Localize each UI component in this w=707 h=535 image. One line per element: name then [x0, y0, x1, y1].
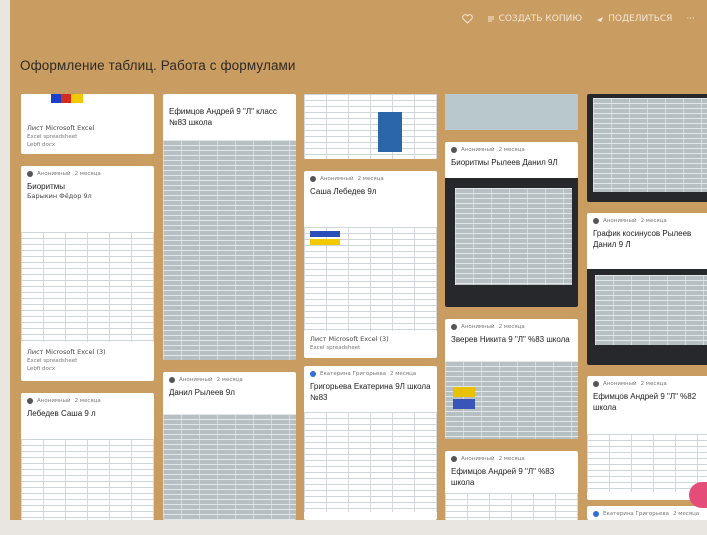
avatar: [593, 381, 599, 387]
post-image: [163, 140, 296, 360]
post-time: 2 месяца: [640, 218, 667, 224]
post-time: 2 месяца: [498, 324, 525, 330]
avatar: [451, 456, 457, 462]
post-title: Григорьева Екатерина 9Л школа №83: [310, 382, 431, 402]
post-time: 2 месяца: [389, 371, 417, 377]
avatar: [593, 511, 599, 517]
avatar: [27, 171, 33, 177]
post-file-name: Лист Microsoft Excel: [27, 124, 95, 132]
avatar: [451, 147, 457, 153]
post-image: [21, 232, 154, 342]
post-time: 2 месяца: [498, 456, 525, 462]
post-time: 2 месяца: [216, 377, 243, 383]
post-image: [21, 439, 154, 520]
post-file-type: Excel spreadsheet: [310, 345, 361, 351]
post-card[interactable]: Анонимный 2 месяца График косинусов Рылее…: [587, 213, 707, 365]
add-post-button[interactable]: [689, 482, 707, 508]
post-card[interactable]: Ефимцов Андрей 9 "Л" класс №83 школа: [163, 94, 296, 360]
post-title: Ефимцов Андрей 9 "Л" класс №83 школа: [169, 107, 277, 127]
share-label: ПОДЕЛИТЬСЯ: [608, 14, 673, 24]
post-card[interactable]: Анонимный 2 месяца Ефимцов Андрей 9 "Л" %…: [587, 376, 707, 500]
post-author: Анонимный: [603, 218, 637, 224]
post-file-meta: Lebfi docx: [27, 142, 56, 148]
post-image: [587, 434, 707, 492]
post-author: Анонимный: [37, 171, 71, 177]
post-card[interactable]: Анонимный 2 месяца Данил Рылеев 9л: [163, 372, 296, 520]
post-image: [445, 178, 578, 307]
heart-icon: [461, 14, 473, 24]
post-author: Екатерина Григорьева: [603, 511, 669, 517]
post-card[interactable]: Лист Microsoft Excel Excel spreadsheet L…: [21, 94, 154, 154]
post-author: Анонимный: [461, 456, 495, 462]
post-title: График косинусов Рылеев Данил 9 Л: [593, 229, 692, 249]
post-image: [445, 493, 578, 520]
avatar: [169, 377, 175, 383]
post-card[interactable]: [587, 94, 707, 202]
share-button[interactable]: ПОДЕЛИТЬСЯ: [596, 14, 672, 24]
avatar: [310, 371, 316, 377]
post-file-type: Excel spreadsheet: [27, 358, 78, 364]
post-title: Лебедев Саша 9 л: [27, 409, 96, 418]
post-author: Анонимный: [37, 398, 71, 404]
post-title: Биоритмы: [27, 182, 65, 191]
post-card[interactable]: Анонимный 2 месяца Биоритмы Рылеев Данил …: [445, 142, 578, 307]
post-subtitle: Барыкин Фёдор 9л: [27, 192, 92, 200]
post-author: Екатерина Григорьева: [320, 371, 386, 377]
copy-label: СОЗДАТЬ КОПИЮ: [498, 14, 583, 24]
post-file-meta: Lebfi docx: [27, 366, 56, 372]
post-author: Анонимный: [320, 176, 354, 182]
post-image: [587, 94, 707, 202]
post-image: [445, 94, 578, 130]
post-time: 2 месяца: [74, 171, 101, 177]
copy-button[interactable]: СОЗДАТЬ КОПИЮ: [487, 14, 583, 24]
post-image: [304, 227, 437, 331]
post-card[interactable]: Анонимный 2 месяца Лебедев Саша 9 л: [21, 393, 154, 520]
post-title: Ефимцов Андрей 9 "Л" %83 школа: [451, 467, 555, 487]
post-author: Анонимный: [461, 324, 495, 330]
post-title: Данил Рылеев 9л: [169, 388, 235, 397]
avatar: [310, 176, 316, 182]
post-author: Анонимный: [603, 381, 637, 387]
post-time: 2 месяца: [498, 147, 525, 153]
post-time: 2 месяца: [357, 176, 384, 182]
post-time: 2 месяца: [672, 511, 700, 517]
post-card[interactable]: Анонимный 2 месяца Зверев Никита 9 "Л" %8…: [445, 319, 578, 439]
post-card[interactable]: Анонимный 2 месяца Саша Лебедев 9л Лист M…: [304, 171, 437, 358]
post-file-name: Лист Microsoft Excel (3): [310, 335, 389, 343]
like-button[interactable]: [461, 14, 473, 24]
avatar: [451, 324, 457, 330]
post-card[interactable]: Екатерина Григорьева 2 месяца: [587, 506, 707, 520]
post-card[interactable]: Анонимный 2 месяца Биоритмы Барыкин Фёдор…: [21, 166, 154, 381]
avatar: [593, 218, 599, 224]
padlet-board: СОЗДАТЬ КОПИЮ ПОДЕЛИТЬСЯ ··· Оформление …: [10, 0, 707, 520]
post-image: [587, 269, 707, 365]
post-image: [445, 361, 578, 439]
board-toolbar: СОЗДАТЬ КОПИЮ ПОДЕЛИТЬСЯ ···: [461, 14, 695, 24]
share-icon: [597, 17, 604, 22]
post-file-type: Excel spreadsheet: [27, 134, 78, 140]
post-card[interactable]: Анонимный 2 месяца Ефимцов Андрей 9 "Л" %…: [445, 451, 578, 520]
post-title: Ефимцов Андрей 9 "Л" %82 школа: [593, 392, 697, 412]
post-image: [163, 414, 296, 520]
post-time: 2 месяца: [74, 398, 101, 404]
more-button[interactable]: ···: [686, 14, 695, 24]
post-time: 2 месяца: [640, 381, 667, 387]
post-file-name: Лист Microsoft Excel (3): [27, 348, 106, 356]
post-image: [304, 94, 437, 159]
avatar: [27, 398, 33, 404]
post-card[interactable]: [445, 94, 578, 130]
post-title: Зверев Никита 9 "Л" %83 школа: [451, 335, 570, 344]
post-card[interactable]: [304, 94, 437, 159]
post-image: [304, 412, 437, 512]
post-image: [21, 94, 154, 112]
board-title: Оформление таблиц. Работа с формулами: [20, 58, 296, 73]
post-author: Анонимный: [461, 147, 495, 153]
post-title: Биоритмы Рылеев Данил 9Л: [451, 158, 558, 167]
post-title: Саша Лебедев 9л: [310, 187, 377, 196]
copy-icon: [487, 16, 494, 22]
post-author: Анонимный: [179, 377, 213, 383]
post-card[interactable]: Екатерина Григорьева 2 месяца Григорьева …: [304, 366, 437, 520]
